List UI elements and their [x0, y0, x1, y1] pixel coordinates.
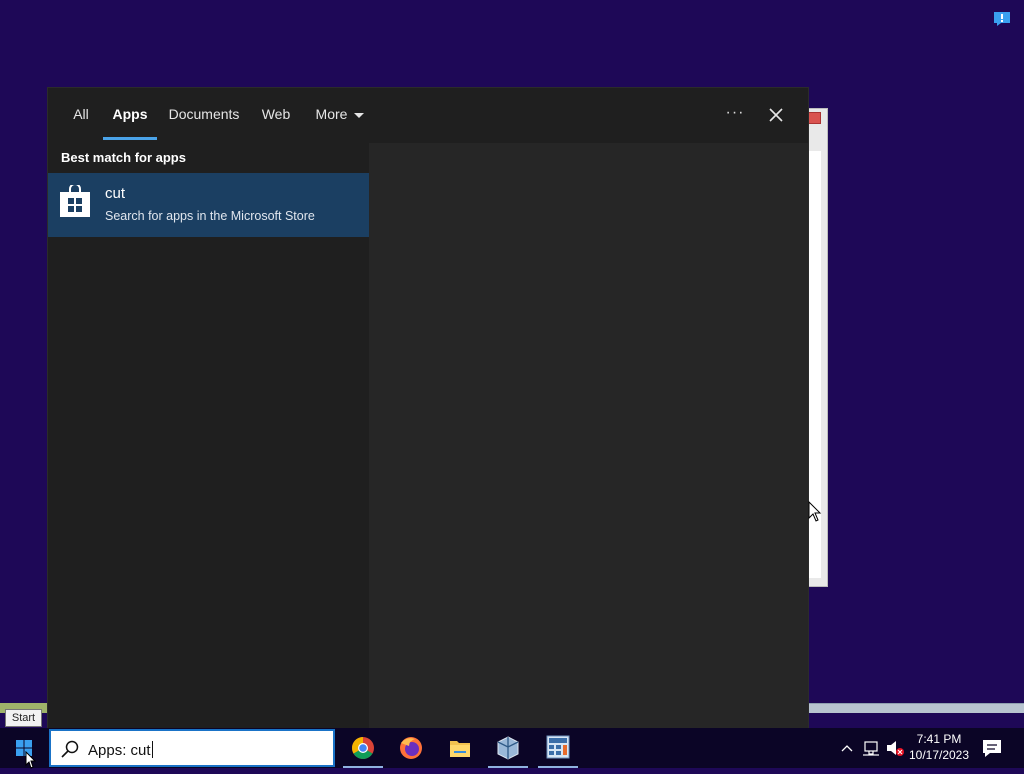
network-icon — [863, 741, 879, 756]
best-match-result[interactable]: cut Search for apps in the Microsoft Sto… — [48, 173, 369, 237]
chrome-icon — [352, 737, 374, 759]
mouse-pointer-icon — [808, 500, 822, 523]
search-query: Apps: cut — [88, 741, 153, 759]
search-panel: All Apps Documents Web More ··· Best mat… — [47, 87, 809, 728]
clock-date: 10/17/2023 — [908, 748, 970, 762]
result-subtitle: Search for apps in the Microsoft Store — [105, 209, 315, 223]
virtualbox-button[interactable] — [484, 728, 532, 768]
background-window-strip — [808, 703, 1024, 713]
clock-time: 7:41 PM — [916, 732, 962, 746]
tab-more-label: More — [315, 106, 348, 122]
close-icon — [769, 108, 783, 122]
tab-more[interactable]: More — [310, 88, 370, 143]
results-pane: Best match for apps cut Search for apps … — [48, 143, 369, 728]
taskbar: Apps: cut 7:41 PM 10/17/2023 — [0, 728, 1024, 768]
section-heading: Best match for apps — [61, 150, 186, 165]
volume-button[interactable] — [884, 728, 906, 768]
action-center-button[interactable] — [978, 728, 1006, 768]
calculator-icon — [546, 735, 570, 759]
preview-pane — [369, 143, 808, 728]
show-hidden-icons-button[interactable] — [836, 728, 858, 768]
chevron-up-icon — [841, 745, 853, 752]
file-explorer-button[interactable] — [436, 728, 484, 768]
start-button[interactable] — [0, 728, 48, 768]
tab-web[interactable]: Web — [256, 88, 296, 143]
active-tab-indicator — [103, 137, 157, 140]
windows-logo-icon — [16, 740, 32, 756]
tab-all[interactable]: All — [66, 88, 96, 143]
close-button[interactable] — [761, 100, 791, 130]
volume-muted-icon — [887, 741, 904, 756]
search-icon — [61, 740, 79, 758]
firefox-button[interactable] — [387, 728, 435, 768]
firefox-icon — [400, 737, 422, 759]
virtualbox-icon — [497, 736, 519, 760]
tab-documents[interactable]: Documents — [166, 88, 242, 143]
search-input[interactable]: Apps: cut — [49, 729, 335, 767]
start-tooltip: Start — [5, 709, 42, 727]
chrome-button[interactable] — [339, 728, 387, 768]
chevron-down-icon — [354, 112, 365, 118]
network-button[interactable] — [860, 728, 882, 768]
feedback-icon[interactable] — [993, 11, 1011, 27]
microsoft-store-icon — [60, 183, 90, 217]
more-options-button[interactable]: ··· — [718, 102, 752, 128]
search-tabs: All Apps Documents Web More ··· — [48, 88, 808, 143]
mouse-pointer-icon — [25, 750, 37, 769]
background-window-close-button[interactable] — [807, 112, 821, 124]
result-title: cut — [105, 185, 126, 202]
file-explorer-icon — [450, 741, 470, 757]
tab-apps[interactable]: Apps — [103, 88, 157, 143]
calculator-button[interactable] — [534, 728, 582, 768]
clock[interactable]: 7:41 PM 10/17/2023 — [905, 731, 973, 763]
notification-icon — [983, 740, 1001, 757]
